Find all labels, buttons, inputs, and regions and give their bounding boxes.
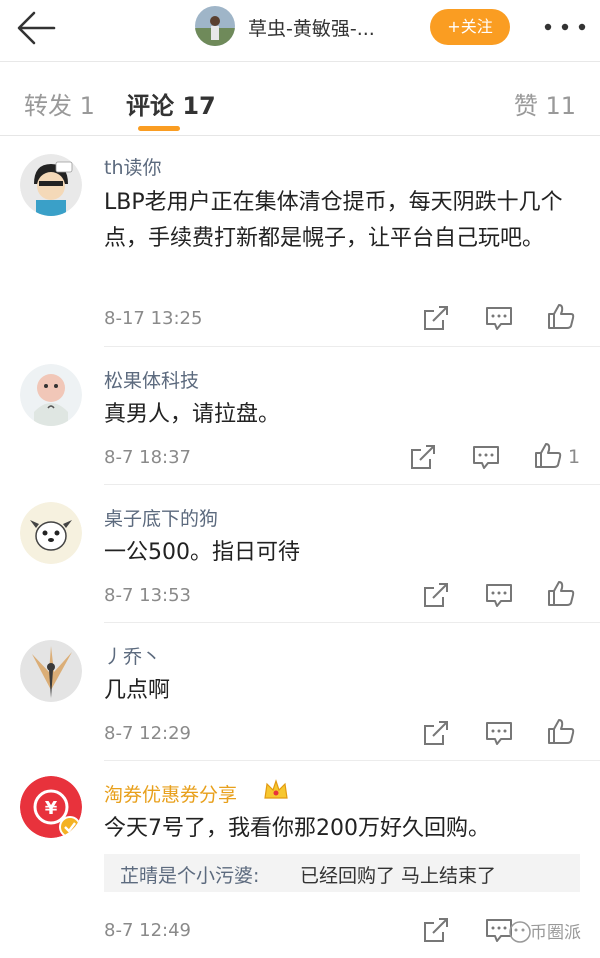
like-count: 1 — [568, 446, 581, 468]
comment-time: 8-7 12:49 — [104, 920, 191, 941]
tab-bar: 转发 1 评论 17 赞 11 — [0, 62, 600, 136]
top-bar: 草虫-黄敏强-... +关注 — [0, 0, 600, 62]
share-icon[interactable] — [421, 304, 451, 332]
comment-username[interactable]: th读你 — [104, 153, 162, 180]
share-icon[interactable] — [421, 916, 451, 944]
avatar[interactable] — [20, 502, 82, 564]
comment-text: 今天7号了，我看你那200万好久回购。 — [104, 816, 490, 841]
comment-icon[interactable] — [484, 304, 514, 332]
divider — [104, 346, 600, 347]
avatar[interactable] — [20, 154, 82, 216]
tab-likes[interactable]: 赞 11 — [514, 86, 576, 121]
svg-text:¥: ¥ — [45, 798, 58, 819]
avatar[interactable] — [20, 364, 82, 426]
comment-text: 真男人，请拉盘。 — [104, 402, 281, 427]
tab-reposts[interactable]: 转发 1 — [24, 86, 95, 121]
divider — [104, 484, 600, 485]
like-icon[interactable] — [546, 302, 576, 330]
comment-icon[interactable] — [484, 719, 514, 747]
comment-username[interactable]: 丿乔丶 — [104, 642, 161, 669]
comment-username[interactable]: 松果体科技 — [104, 366, 199, 393]
avatar[interactable]: ¥ — [20, 776, 82, 838]
watermark-text: 币圈派 — [530, 923, 581, 943]
comment-text: 一公500。指日可待 — [104, 540, 300, 565]
share-icon[interactable] — [408, 443, 438, 471]
like-icon[interactable] — [546, 717, 576, 745]
tab-comments[interactable]: 评论 17 — [126, 86, 216, 121]
comment-username[interactable]: 桌子底下的狗 — [104, 504, 218, 531]
comment-username[interactable]: 淘券优惠券分享 — [104, 780, 237, 807]
divider — [104, 622, 600, 623]
comment-time: 8-7 12:29 — [104, 723, 191, 744]
active-tab-indicator — [138, 126, 180, 131]
comment-time: 8-7 18:37 — [104, 447, 191, 468]
comment-icon[interactable] — [471, 443, 501, 471]
comment-text: LBP老用户正在集体清仓提币，每天阴跌十几个点，手续费打新都是幌子，让平台自己玩… — [104, 190, 563, 251]
page-title: 草虫-黄敏强-... — [248, 18, 375, 40]
comment-time: 8-7 13:53 — [104, 585, 191, 606]
comment-icon[interactable] — [484, 581, 514, 609]
vip-crown-icon — [262, 778, 290, 804]
back-arrow-icon[interactable] — [14, 8, 60, 48]
reply-text: 已经回购了 马上结束了 — [300, 865, 497, 887]
comment-time: 8-17 13:25 — [104, 308, 203, 329]
comment-text: 几点啊 — [104, 678, 171, 703]
follow-button[interactable]: +关注 — [430, 9, 510, 45]
reply-box[interactable]: 芷晴是个小污婆: 已经回购了 马上结束了 — [104, 854, 580, 892]
share-icon[interactable] — [421, 581, 451, 609]
like-icon[interactable] — [533, 441, 563, 469]
like-icon[interactable] — [546, 579, 576, 607]
reply-username[interactable]: 芷晴是个小污婆: — [120, 861, 259, 888]
avatar[interactable] — [20, 640, 82, 702]
divider — [104, 760, 600, 761]
author-avatar[interactable] — [195, 6, 235, 46]
more-options-icon[interactable] — [540, 14, 590, 40]
share-icon[interactable] — [421, 719, 451, 747]
